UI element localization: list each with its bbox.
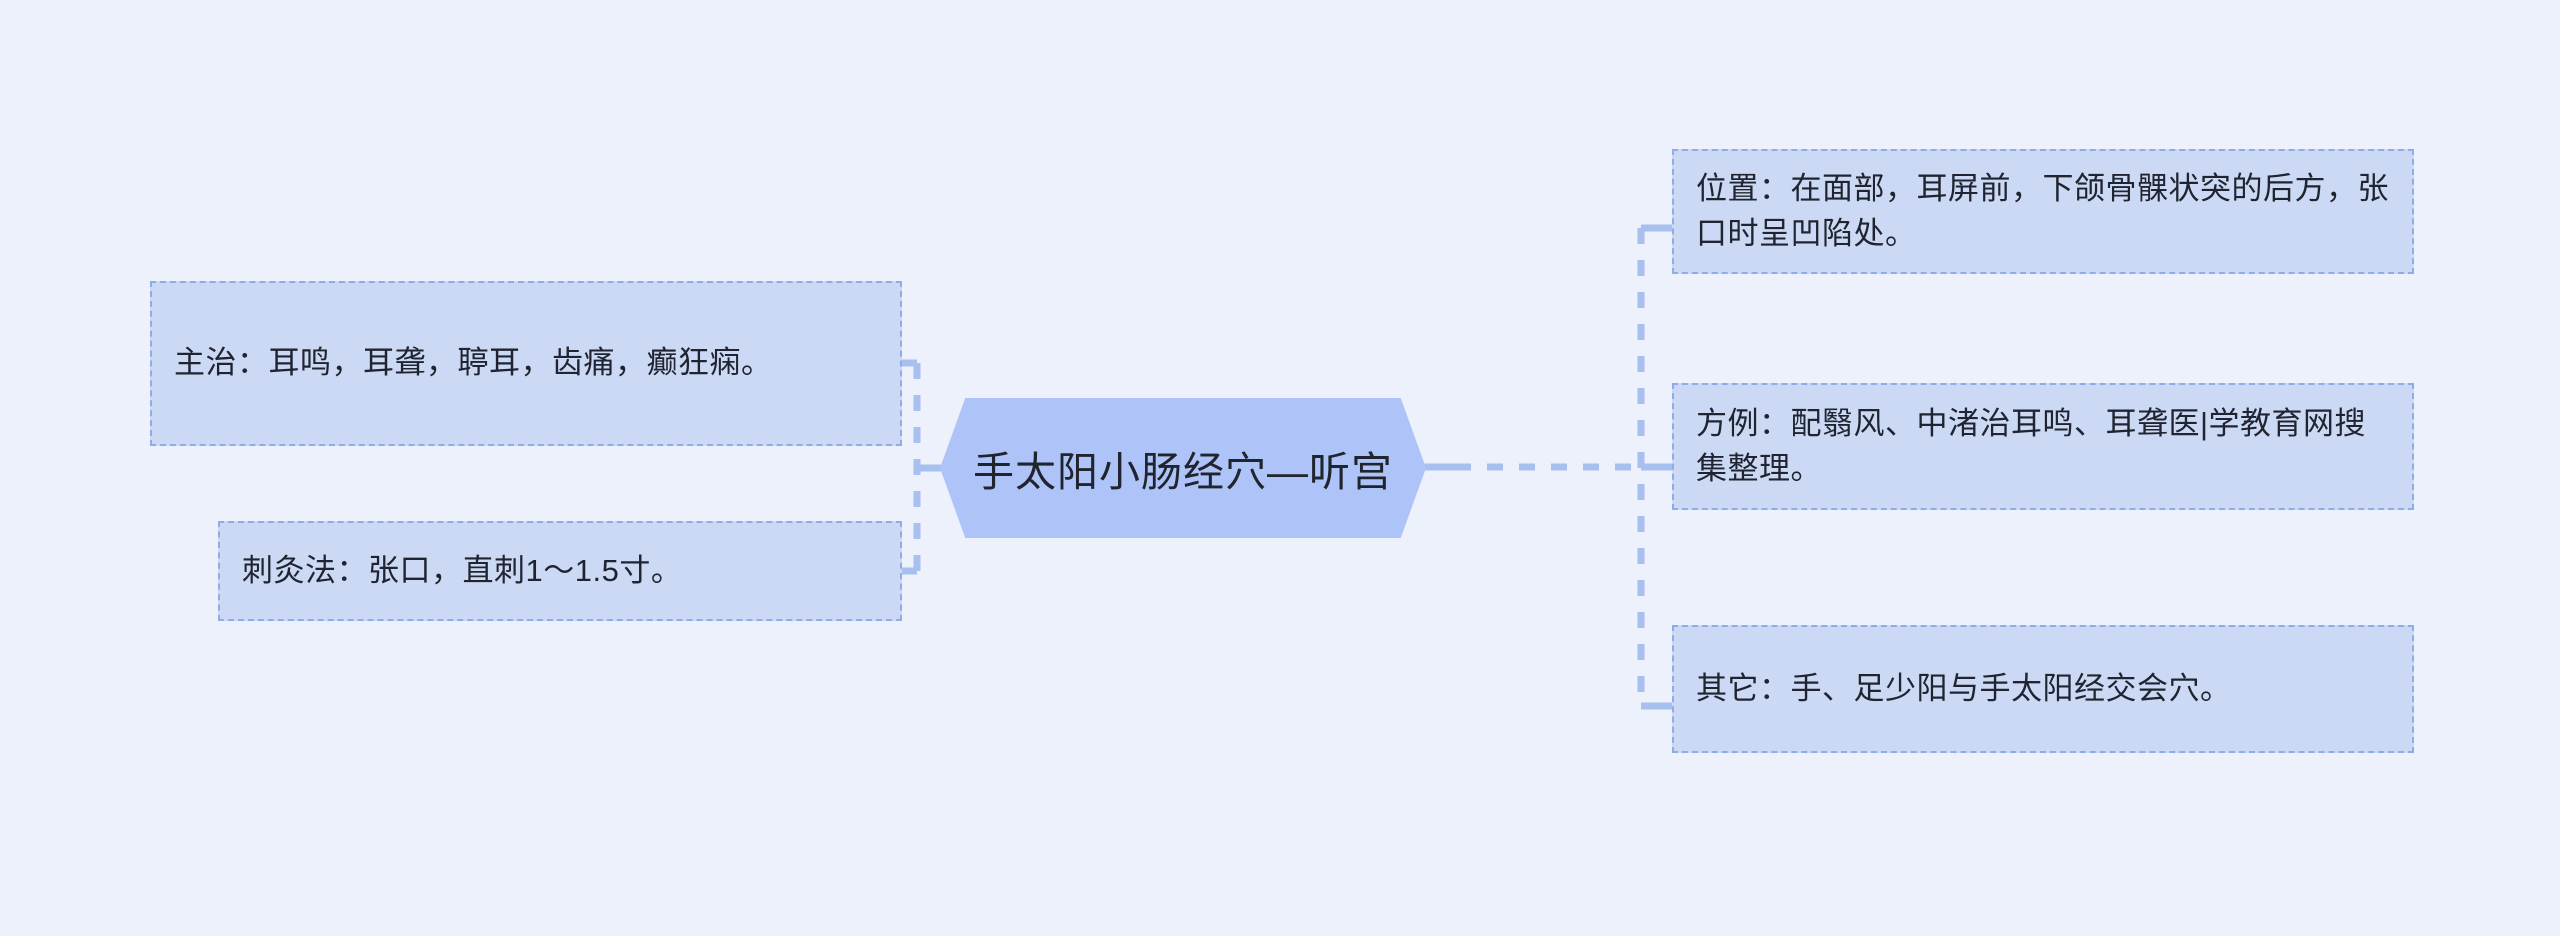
mindmap-canvas: 主治：耳鸣，耳聋，聤耳，齿痛，癫狂痫。 刺灸法：张口，直刺1～1.5寸。 手太阳…: [0, 0, 2560, 936]
leaf-node-weizhi[interactable]: 位置：在面部，耳屏前，下颌骨髁状突的后方，张口时呈凹陷处。: [1672, 149, 2414, 274]
leaf-text-zhuzhi: 主治：耳鸣，耳聋，聤耳，齿痛，癫狂痫。: [174, 345, 773, 381]
leaf-text-cijiufa: 刺灸法：张口，直刺1～1.5寸。: [242, 552, 683, 588]
leaf-text-fangli: 方例：配翳风、中渚治耳鸣、耳聋医|学教育网搜集整理。: [1696, 406, 2367, 486]
leaf-node-fangli[interactable]: 方例：配翳风、中渚治耳鸣、耳聋医|学教育网搜集整理。: [1672, 383, 2414, 510]
leaf-node-cijiufa[interactable]: 刺灸法：张口，直刺1～1.5寸。: [218, 521, 902, 621]
central-node[interactable]: 手太阳小肠经穴—听宫: [940, 398, 1426, 538]
leaf-text-qita: 其它：手、足少阳与手太阳经交会穴。: [1696, 670, 2232, 706]
leaf-node-zhuzhi[interactable]: 主治：耳鸣，耳聋，聤耳，齿痛，癫狂痫。: [150, 281, 902, 446]
central-node-title: 手太阳小肠经穴—听宫: [973, 449, 1393, 495]
leaf-node-qita[interactable]: 其它：手、足少阳与手太阳经交会穴。: [1672, 625, 2414, 753]
leaf-text-weizhi: 位置：在面部，耳屏前，下颌骨髁状突的后方，张口时呈凹陷处。: [1696, 171, 2389, 251]
